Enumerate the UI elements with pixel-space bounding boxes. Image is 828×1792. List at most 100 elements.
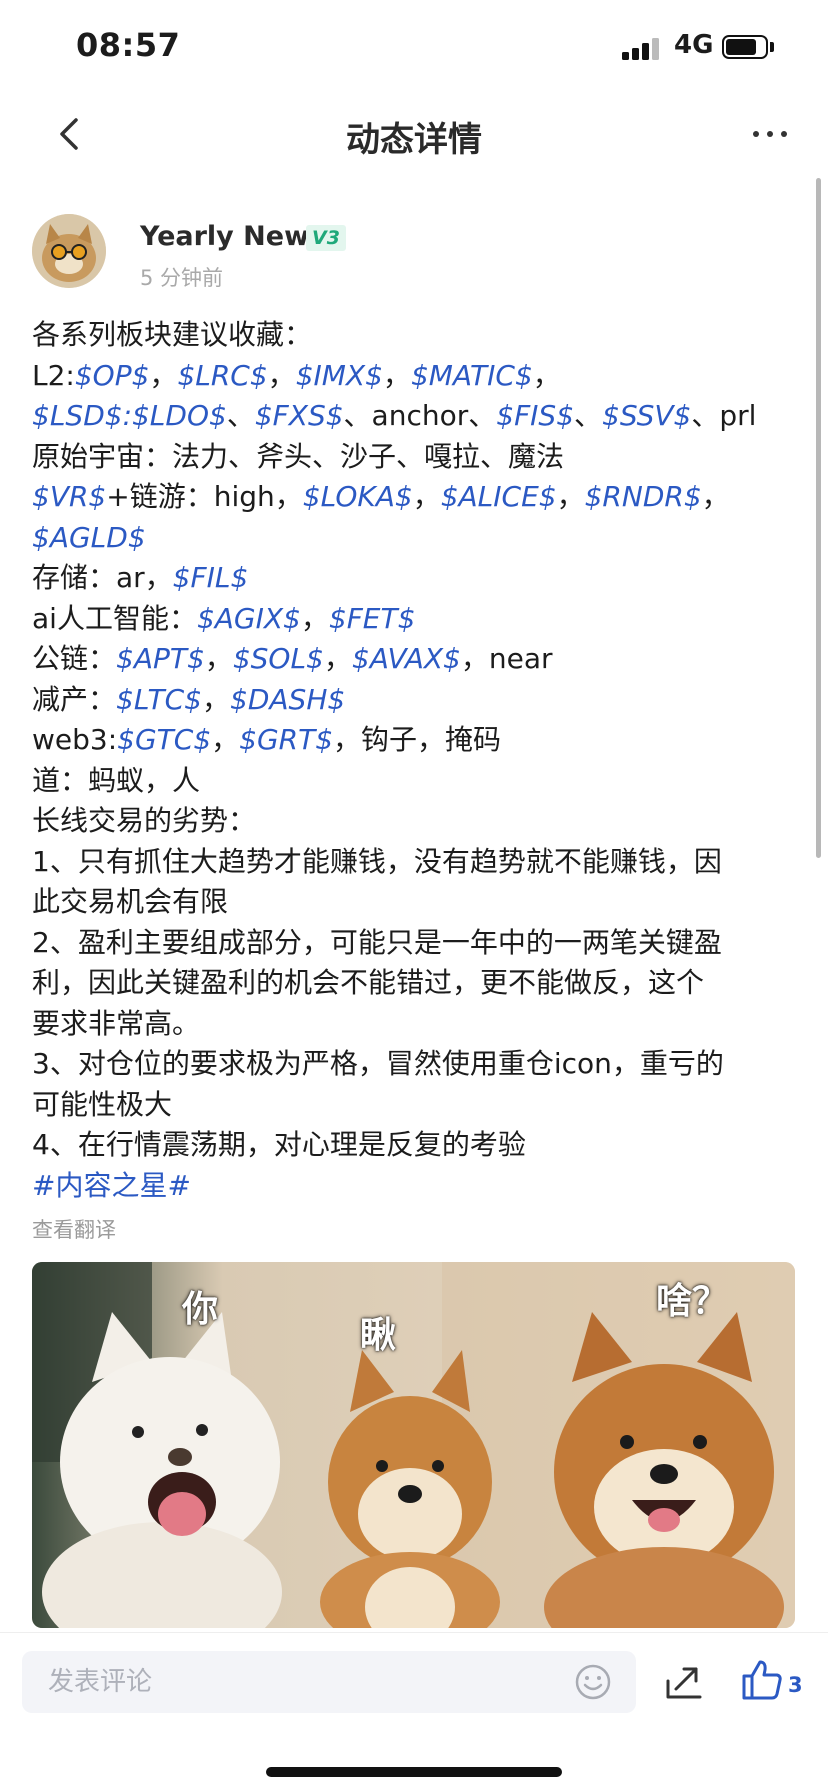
- post-text: ，: [701, 480, 730, 513]
- author-name[interactable]: Yearly News: [140, 221, 325, 252]
- ticker-link[interactable]: $FIS$: [496, 399, 574, 432]
- ticker-link[interactable]: $APT$: [116, 642, 205, 675]
- ticker-link[interactable]: $SOL$: [233, 642, 324, 675]
- post-content: 各系列板块建议收藏： L2:$OP$，$LRC$，$IMX$，$MATIC$， $L…: [32, 315, 802, 1206]
- post-text: 原始宇宙：法力、斧头、沙子、嘎拉、魔法: [32, 439, 565, 473]
- post-text: 、prl: [691, 399, 757, 432]
- ticker-link[interactable]: $MATIC$: [411, 359, 533, 392]
- ticker-link[interactable]: $LSD$:$LDO$: [32, 399, 227, 432]
- post-text: ，: [532, 358, 561, 392]
- post-text: 道：蚂蚁，人: [32, 763, 201, 797]
- post-line: 4、在行情震荡期，对心理是反复的考验: [32, 1125, 802, 1166]
- post-line: 原始宇宙：法力、斧头、沙子、嘎拉、魔法: [32, 437, 802, 478]
- network-type: 4G: [674, 30, 714, 60]
- post-text: 公链：: [32, 642, 117, 675]
- post-line: 2、盈利主要组成部分，可能只是一年中的一两笔关键盈: [32, 923, 802, 964]
- emoji-icon[interactable]: [574, 1663, 612, 1701]
- ticker-link[interactable]: $IMX$: [296, 359, 383, 392]
- post-line: 要求非常高。: [32, 1004, 802, 1045]
- ticker-link[interactable]: $AGLD$: [32, 521, 146, 554]
- post-line: $AGLD$: [32, 518, 802, 559]
- post-text: 利，因此关键盈利的机会不能错过，更不能做反，这个: [32, 966, 705, 999]
- level-badge: V3: [306, 225, 346, 251]
- ticker-link[interactable]: $OP$: [75, 359, 150, 392]
- post-text: ，: [211, 723, 240, 756]
- post-line: 此交易机会有限: [32, 882, 802, 923]
- ticker-link[interactable]: $LRC$: [177, 359, 267, 392]
- post-text: ，: [412, 480, 441, 513]
- post-line: $VR$+链游：high，$LOKA$，$ALICE$，$RNDR$，: [32, 477, 802, 518]
- meme-caption-2: 瞅: [360, 1315, 397, 1356]
- ticker-link[interactable]: $AVAX$: [352, 642, 461, 675]
- ticker-link[interactable]: $DASH$: [230, 683, 345, 716]
- post-line: 1、只有抓住大趋势才能赚钱，没有趋势就不能赚钱，因: [32, 842, 802, 883]
- post-line: 长线交易的劣势：: [32, 801, 802, 842]
- post-text: 可能性极大: [32, 1087, 173, 1121]
- post-line: $LSD$:$LDO$、$FXS$、anchor、$FIS$、$SSV$、prl: [32, 396, 802, 437]
- translate-link[interactable]: 查看翻译: [32, 1214, 116, 1244]
- status-bar: 08:57 4G: [0, 0, 828, 96]
- post-text: 1、只有抓住大趋势才能赚钱，没有趋势就不能赚钱，因: [32, 844, 722, 878]
- post-text: L2:: [32, 358, 75, 392]
- battery-cap: [770, 42, 774, 52]
- ticker-link[interactable]: $FET$: [329, 602, 416, 635]
- post-text: 4、在行情震荡期，对心理是反复的考验: [32, 1128, 526, 1161]
- post-text: 、: [226, 399, 255, 432]
- post-text: 存储：ar，: [32, 561, 173, 594]
- meme-caption-1: 你: [182, 1289, 219, 1330]
- post-text: ，: [204, 642, 233, 675]
- ticker-link[interactable]: $LOKA$: [303, 480, 413, 513]
- meme-caption-3: 啥？: [656, 1281, 729, 1322]
- comment-input[interactable]: [22, 1651, 636, 1713]
- ticker-link[interactable]: $GTC$: [117, 723, 211, 756]
- signal-icon: [622, 38, 662, 60]
- ticker-link[interactable]: $LTC$: [116, 683, 202, 716]
- post-text: ，: [267, 358, 296, 392]
- post-text: ，: [202, 682, 231, 716]
- ticker-link[interactable]: $FXS$: [255, 399, 344, 432]
- ticker-link[interactable]: $GRT$: [239, 723, 333, 756]
- post-text: 长线交易的劣势：: [32, 804, 257, 837]
- more-options-icon[interactable]: [748, 112, 792, 156]
- post-text: 要求非常高。: [32, 1006, 201, 1040]
- post-line: ai人工智能：$AGIX$，$FET$: [32, 599, 802, 640]
- post-text: 、anchor、: [343, 399, 497, 432]
- post-line: web3:$GTC$，$GRT$，钩子，掩码: [32, 720, 802, 761]
- page-title: 动态详情: [346, 120, 482, 160]
- post-text: ai人工智能：: [32, 601, 197, 635]
- bottom-action-bar: 3: [0, 1632, 828, 1792]
- post-line: 各系列板块建议收藏：: [32, 315, 802, 356]
- post-text: 3、对仓位的要求极为严格，冒然使用重仓icon，重亏的: [32, 1047, 724, 1080]
- home-indicator: [266, 1767, 562, 1777]
- hashtag-link[interactable]: #内容之星#: [32, 1169, 191, 1202]
- post-line: 存储：ar，$FIL$: [32, 558, 802, 599]
- battery-icon: [722, 35, 768, 59]
- post-line: 可能性极大: [32, 1085, 802, 1126]
- ticker-link[interactable]: $SSV$: [602, 399, 691, 432]
- post-line: 利，因此关键盈利的机会不能错过，更不能做反，这个: [32, 963, 802, 1004]
- share-icon[interactable]: [662, 1661, 706, 1703]
- post-detail-screen: 08:57 4G 动态详情 Yearly News V3 5 分钟前 各系列板块…: [0, 0, 828, 1792]
- like-count: 3: [788, 1673, 803, 1697]
- nav-bar: 动态详情: [0, 96, 828, 172]
- scrollbar[interactable]: [816, 178, 821, 858]
- post-text: 此交易机会有限: [32, 885, 229, 918]
- post-line: 道：蚂蚁，人: [32, 761, 802, 802]
- post-text: ，: [323, 642, 352, 675]
- ticker-link[interactable]: $ALICE$: [441, 480, 557, 513]
- post-image[interactable]: 你 瞅 啥？: [32, 1262, 795, 1628]
- ticker-link[interactable]: $FIL$: [173, 561, 249, 594]
- ticker-link[interactable]: $RNDR$: [585, 480, 702, 513]
- post-text: +链游：high，: [106, 480, 303, 513]
- post-line: #内容之星#: [32, 1166, 802, 1207]
- post-text: 减产：: [32, 682, 117, 716]
- post-line: 3、对仓位的要求极为严格，冒然使用重仓icon，重亏的: [32, 1044, 802, 1085]
- like-icon[interactable]: [740, 1658, 784, 1702]
- ticker-link[interactable]: $AGIX$: [197, 602, 301, 635]
- ticker-link[interactable]: $VR$: [32, 480, 106, 513]
- post-text: 、: [574, 399, 603, 432]
- post-text: 各系列板块建议收藏：: [32, 318, 313, 351]
- post-line: L2:$OP$，$LRC$，$IMX$，$MATIC$，: [32, 356, 802, 397]
- avatar[interactable]: [32, 214, 106, 288]
- post-text: ，: [300, 601, 329, 635]
